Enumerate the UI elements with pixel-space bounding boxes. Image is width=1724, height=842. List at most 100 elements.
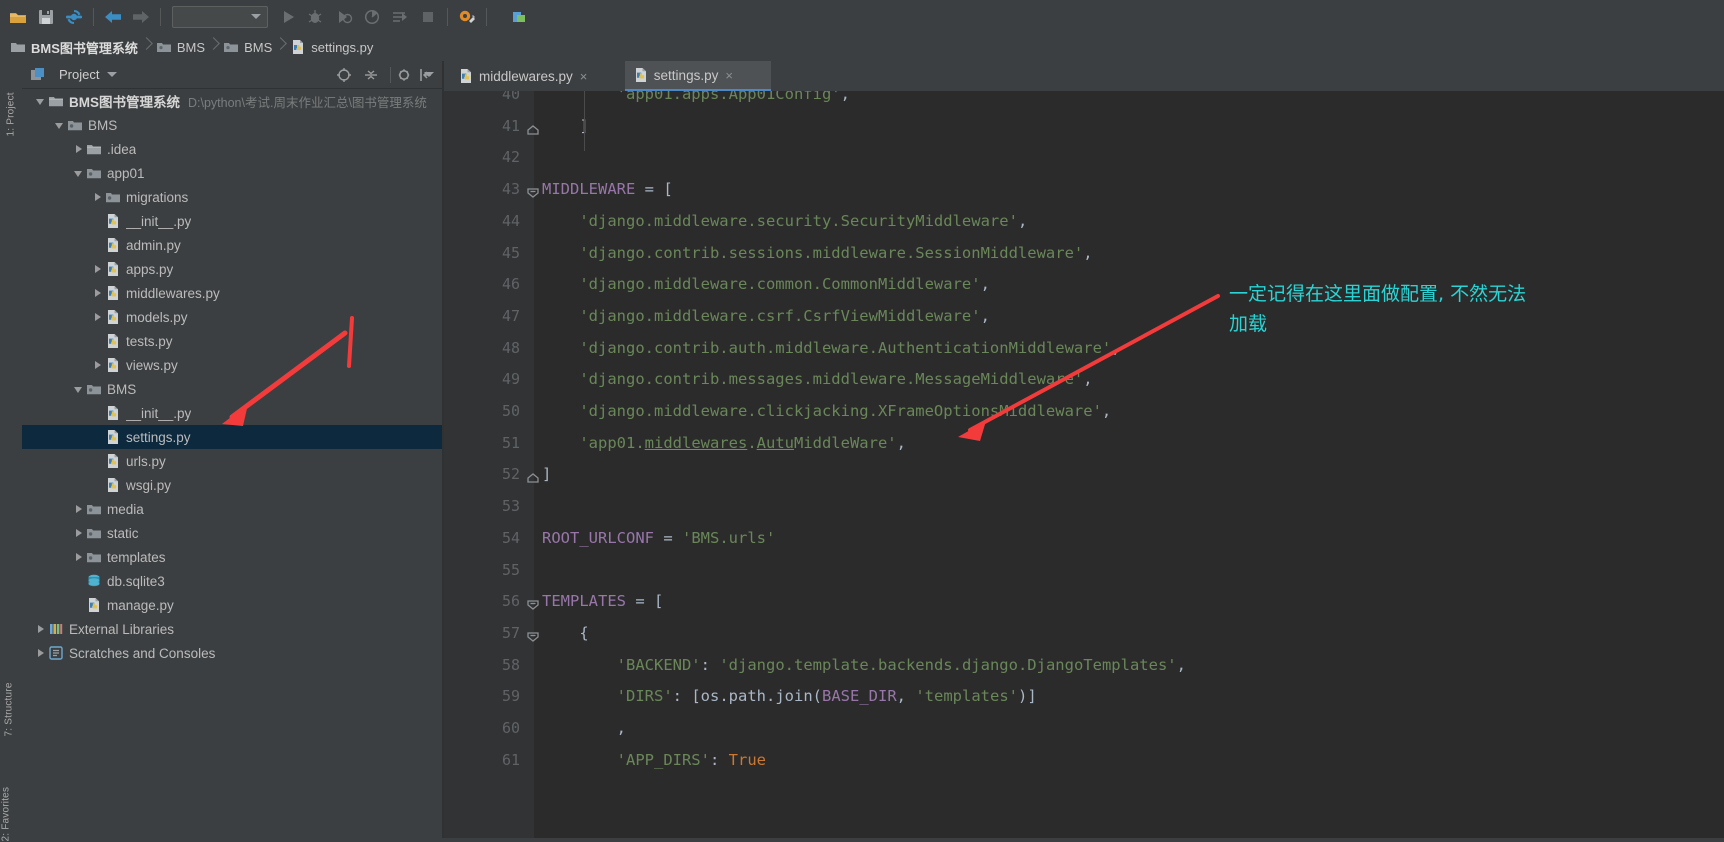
code-line[interactable]: 'APP_DIRS': True [542,751,766,769]
toolbar-separator [160,7,161,26]
chevron-right-icon[interactable] [91,262,105,276]
left-tool-strip: 1: Project 7: Structure 2: Favorites [0,61,23,842]
code-line[interactable]: 'django.middleware.csrf.CsrfViewMiddlewa… [542,307,990,325]
breadcrumb-item-project[interactable]: BMS图书管理系统 [6,33,140,61]
line-number: 51 [501,433,520,452]
save-all-icon[interactable] [33,4,59,30]
tree-row-bms[interactable]: BMS [22,113,442,137]
editor-tab-strip[interactable]: middlewares.py × settings.py × [444,61,1724,91]
tree-row-templates[interactable]: templates [22,545,442,569]
code-line[interactable]: ] [542,117,588,135]
project-tree[interactable]: BMS图书管理系统 D:\python\考试.周末作业汇总\图书管理系统 BMS .i… [22,89,442,838]
tree-row-migrations[interactable]: migrations [22,185,442,209]
run-coverage-icon[interactable] [331,4,357,30]
editor-tab-middlewares-py[interactable]: middlewares.py × [450,61,621,91]
sync-refresh-icon[interactable] [61,4,87,30]
chevron-right-icon[interactable] [72,502,86,516]
database-icon[interactable] [506,4,532,30]
code-line[interactable]: MIDDLEWARE = [ [542,180,673,198]
line-number: 61 [501,750,520,769]
tree-row--idea[interactable]: .idea [22,137,442,161]
navigate-forward-icon[interactable] [128,4,154,30]
strip-button-project[interactable]: 1: Project [6,77,17,136]
editor-code-area[interactable]: 'app01.apps.App01Config', ] MIDDLEWARE = … [534,91,1724,838]
tree-row--init-py[interactable]: __init__.py [22,401,442,425]
code-line[interactable]: 'django.contrib.messages.middleware.Mess… [542,370,1092,388]
code-line[interactable]: , [542,719,626,737]
strip-button-structure[interactable]: 7: Structure [4,677,15,736]
code-line[interactable]: 'django.middleware.common.CommonMiddlewa… [542,275,990,293]
collapse-all-icon[interactable] [363,67,379,83]
indent-guide [584,91,585,151]
tree-row-middlewares-py[interactable]: middlewares.py [22,281,442,305]
code-line[interactable]: ROOT_URLCONF = 'BMS.urls' [542,529,775,547]
tree-row-models-py[interactable]: models.py [22,305,442,329]
chevron-right-icon[interactable] [34,646,48,660]
chevron-down-icon[interactable] [53,118,67,132]
tree-row-tests-py[interactable]: tests.py [22,329,442,353]
chevron-down-icon[interactable] [72,166,86,180]
code-line[interactable]: 'django.middleware.security.SecurityMidd… [542,212,1027,230]
tree-row-urls-py[interactable]: urls.py [22,449,442,473]
chevron-right-icon[interactable] [91,310,105,324]
tree-row-app01[interactable]: app01 [22,161,442,185]
chevron-down-icon[interactable] [72,382,86,396]
close-icon[interactable]: × [725,68,733,83]
code-line[interactable]: { [542,624,588,642]
code-line[interactable]: 'app01.apps.App01Config', [542,91,850,103]
tree-row-scratches-and-consoles[interactable]: Scratches and Consoles [22,641,442,665]
navigate-back-icon[interactable] [100,4,126,30]
tree-row-db-sqlite3[interactable]: db.sqlite3 [22,569,442,593]
run-configurations-combo[interactable] [172,5,268,28]
breadcrumb-item-bms-outer[interactable]: BMS [152,33,207,61]
code-line[interactable]: 'DIRS': [os.path.join(BASE_DIR, 'templat… [542,687,1037,705]
editor-gutter[interactable]: 40 41 42 43 44 45 46 47 48 49 50 51 52 53 54 55 56 57 58 59… [444,91,539,838]
code-line[interactable]: 'django.contrib.sessions.middleware.Sess… [542,244,1092,262]
tree-row-manage-py[interactable]: manage.py [22,593,442,617]
tree-row-bms[interactable]: BMS [22,377,442,401]
tree-row-external-libraries[interactable]: External Libraries [22,617,442,641]
tree-row-admin-py[interactable]: admin.py [22,233,442,257]
breadcrumb-item-bms-inner[interactable]: BMS [219,33,274,61]
code-line[interactable]: 'django.middleware.clickjacking.XFrameOp… [542,402,1111,420]
chevron-right-icon[interactable] [72,550,86,564]
tree-row-media[interactable]: media [22,497,442,521]
line-number: 58 [501,655,520,674]
chevron-right-icon[interactable] [34,622,48,636]
chevron-right-icon[interactable] [72,142,86,156]
chevron-right-icon[interactable] [91,286,105,300]
settings-icon[interactable] [454,4,480,30]
run-tests-icon[interactable] [387,4,413,30]
open-folder-icon[interactable] [5,4,31,30]
code-editor[interactable]: 40 41 42 43 44 45 46 47 48 49 50 51 52 53 54 55 56 57 58 59… [444,91,1724,838]
editor-tab-settings-py[interactable]: settings.py × [624,61,771,91]
code-line[interactable]: TEMPLATES = [ [542,592,663,610]
close-icon[interactable]: × [580,69,588,84]
tree-row-static[interactable]: static [22,521,442,545]
chevron-right-icon[interactable] [72,526,86,540]
chevron-right-icon[interactable] [91,358,105,372]
code-line[interactable]: 'django.contrib.auth.middleware.Authenti… [542,339,1120,357]
hide-panel-icon[interactable] [414,63,438,87]
tree-row-wsgi-py[interactable]: wsgi.py [22,473,442,497]
breadcrumb-item-file[interactable]: settings.py [286,33,375,61]
chevron-right-icon[interactable] [91,190,105,204]
code-line[interactable]: ] [542,465,551,483]
tree-row-bms-[interactable]: BMS图书管理系统 D:\python\考试.周末作业汇总\图书管理系统 [22,89,442,113]
stop-icon[interactable] [415,4,441,30]
strip-button-favorites[interactable]: 2: Favorites [1,782,12,842]
code-line[interactable]: 'app01.middlewares.AutuMiddleWare', [542,434,906,452]
run-icon[interactable] [275,4,301,30]
chevron-down-icon[interactable] [107,72,118,77]
tree-row-settings-py[interactable]: settings.py [22,425,442,449]
debug-icon[interactable] [303,4,329,30]
tree-row--init-py[interactable]: __init__.py [22,209,442,233]
code-line[interactable]: 'BACKEND': 'django.template.backends.dja… [542,656,1186,674]
gear-icon[interactable] [397,67,413,83]
chevron-down-icon[interactable] [34,94,48,108]
profile-icon[interactable] [359,4,385,30]
tree-row-apps-py[interactable]: apps.py [22,257,442,281]
tree-row-views-py[interactable]: views.py [22,353,442,377]
locate-icon[interactable] [336,67,352,83]
